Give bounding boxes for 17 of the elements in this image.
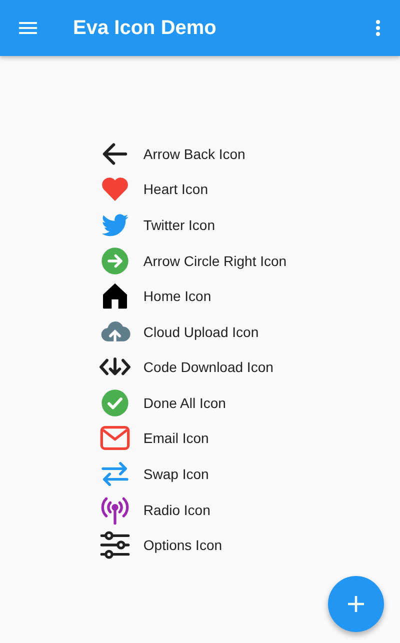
icon-label: Cloud Upload Icon (143, 324, 259, 340)
icon-label: Heart Icon (143, 181, 208, 198)
more-icon[interactable] (376, 20, 380, 36)
app-title: Eva Icon Demo (73, 16, 218, 40)
icon-label: Arrow Circle Right Icon (143, 252, 287, 269)
add-button[interactable] (328, 576, 384, 632)
icon-label: Arrow Back Icon (143, 146, 246, 162)
icon-label: Code Download Icon (143, 359, 274, 376)
icon-label: Swap Icon (143, 466, 209, 482)
menu-icon[interactable] (19, 22, 37, 34)
icon-label: Home Icon (143, 288, 212, 304)
icon-label: Radio Icon (143, 502, 210, 518)
plus-icon (348, 596, 364, 612)
icon-label: Options Icon (143, 537, 222, 554)
icon-label: Done All Icon (143, 394, 226, 411)
icon-label: Twitter Icon (143, 216, 216, 233)
icon-label: Email Icon (143, 430, 209, 446)
